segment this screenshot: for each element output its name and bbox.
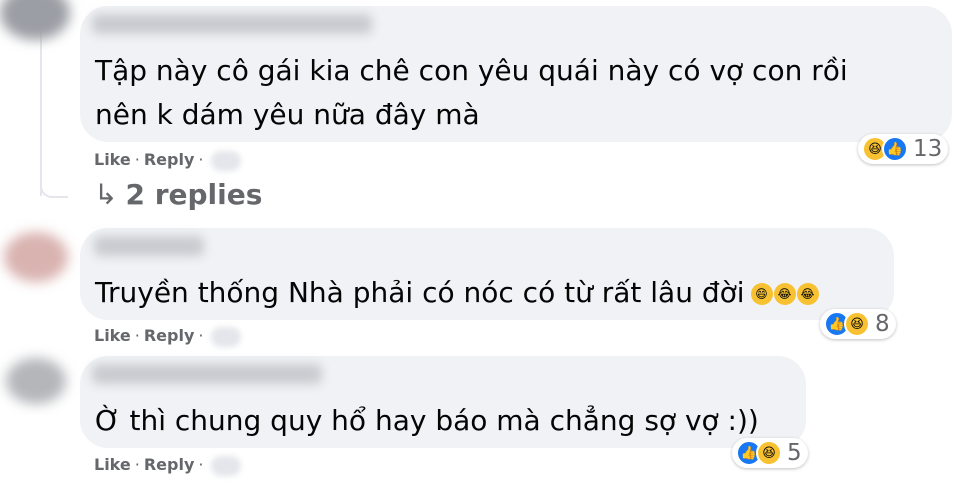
reaction-count: 13 bbox=[913, 136, 943, 162]
like-icon: 👍 bbox=[882, 136, 908, 162]
avatar[interactable] bbox=[4, 232, 68, 282]
laughing-emoji: 😂 bbox=[773, 283, 796, 305]
reply-arrow-icon: ↳ bbox=[94, 178, 118, 211]
comment-text: Truyền thống Nhà phải có nóc có từ rất l… bbox=[95, 276, 745, 309]
comment-text-line: nên k dám yêu nữa đây mà bbox=[95, 98, 480, 131]
separator: · bbox=[134, 455, 140, 474]
replies-label: 2 replies bbox=[125, 178, 263, 211]
timestamp[interactable] bbox=[211, 455, 242, 476]
haha-icon: 😆 bbox=[844, 311, 870, 337]
separator: · bbox=[134, 150, 140, 169]
reaction-count: 5 bbox=[787, 440, 802, 466]
avatar[interactable] bbox=[6, 358, 66, 404]
inline-emoji-group: 😄 😂 😂 bbox=[750, 283, 820, 305]
separator: · bbox=[198, 326, 204, 345]
timestamp[interactable] bbox=[211, 326, 242, 347]
reaction-summary[interactable]: 👍 😆 5 bbox=[732, 438, 808, 468]
timestamp[interactable] bbox=[211, 150, 242, 171]
commenter-name[interactable] bbox=[94, 236, 204, 256]
like-link[interactable]: Like bbox=[94, 326, 131, 345]
separator: · bbox=[198, 455, 204, 474]
commenter-name[interactable] bbox=[92, 364, 322, 384]
thread-connector bbox=[40, 178, 68, 198]
haha-icon: 😆 bbox=[756, 440, 782, 466]
view-replies-link[interactable]: ↳ 2 replies bbox=[94, 178, 262, 211]
comment-actions: Like · Reply · bbox=[94, 455, 242, 476]
comment-actions: Like · Reply · bbox=[94, 326, 242, 347]
like-link[interactable]: Like bbox=[94, 455, 131, 474]
reply-link[interactable]: Reply bbox=[144, 150, 195, 169]
comment-bubble: Tập này cô gái kia chê con yêu quái này … bbox=[80, 6, 952, 142]
comment-text-line: Ờ thì chung quy hổ hay báo mà chẳng sợ v… bbox=[95, 404, 759, 437]
separator: · bbox=[134, 326, 140, 345]
reaction-summary[interactable]: 😆 👍 13 bbox=[858, 134, 949, 164]
comment-text-line: Truyền thống Nhà phải có nóc có từ rất l… bbox=[95, 272, 820, 314]
reply-link[interactable]: Reply bbox=[144, 326, 195, 345]
grinning-emoji: 😄 bbox=[750, 283, 773, 305]
comment-bubble: Truyền thống Nhà phải có nóc có từ rất l… bbox=[80, 228, 894, 320]
reaction-count: 8 bbox=[875, 311, 890, 337]
comment-text-line: Tập này cô gái kia chê con yêu quái này … bbox=[95, 54, 848, 87]
separator: · bbox=[198, 150, 204, 169]
commenter-name[interactable] bbox=[92, 14, 372, 34]
like-link[interactable]: Like bbox=[94, 150, 131, 169]
comment-actions: Like · Reply · bbox=[94, 150, 242, 171]
laughing-emoji: 😂 bbox=[796, 283, 819, 305]
reply-link[interactable]: Reply bbox=[144, 455, 195, 474]
comment-bubble: Ờ thì chung quy hổ hay báo mà chẳng sợ v… bbox=[80, 356, 806, 448]
reaction-summary[interactable]: 👍 😆 8 bbox=[820, 309, 896, 339]
avatar[interactable] bbox=[0, 0, 70, 40]
